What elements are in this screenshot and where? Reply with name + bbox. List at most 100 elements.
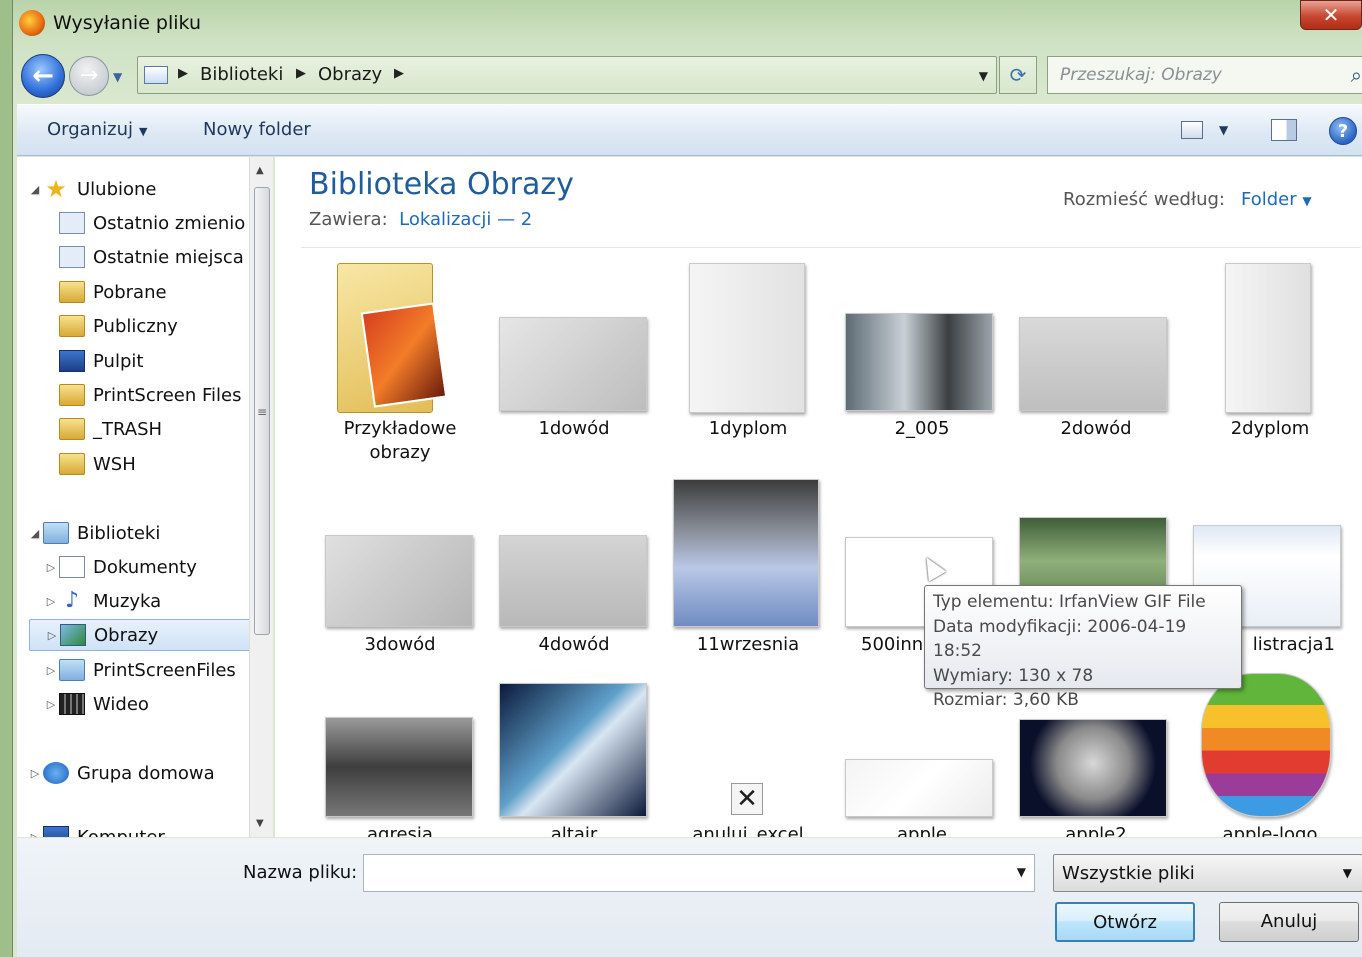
file-caption: apple2 <box>1065 824 1127 837</box>
file-caption: agresja <box>367 824 433 837</box>
search-input[interactable]: Przeszukaj: Obrazy ⌕ <box>1047 56 1362 94</box>
tree-label: Obrazy <box>94 624 159 646</box>
tree-computer[interactable]: ▷ Komputer <box>27 821 165 837</box>
refresh-button[interactable]: ⟳ <box>999 56 1037 94</box>
chevron-down-icon: ▼ <box>1342 866 1352 880</box>
breadcrumb-obrazy[interactable]: Obrazy <box>318 64 382 85</box>
locations-link[interactable]: Lokalizacji — 2 <box>399 209 532 230</box>
file-item[interactable]: 2dyplom <box>1185 257 1355 467</box>
photo-thumbnail <box>673 479 819 627</box>
expand-icon[interactable]: ▷ <box>43 561 59 574</box>
tree-item-printscreenfiles[interactable]: ▷ PrintScreenFiles <box>43 654 236 686</box>
filename-dropdown-icon[interactable]: ▼ <box>1017 865 1026 879</box>
broken-image-icon: ✕ <box>731 783 763 815</box>
file-caption: apple <box>897 824 947 837</box>
tree-favorites[interactable]: ◢ ★ Ulubione <box>27 173 157 205</box>
address-bar[interactable]: ▶ Biblioteki ▶ Obrazy ▶ ▼ <box>137 56 997 94</box>
chevron-right-icon[interactable]: ▶ <box>394 66 404 81</box>
help-icon[interactable]: ? <box>1329 117 1357 145</box>
file-item[interactable]: 2_005 <box>837 257 1007 467</box>
photo-thumbnail <box>325 717 473 817</box>
cancel-button[interactable]: Anuluj <box>1219 902 1359 942</box>
scroll-down-icon[interactable]: ▼ <box>256 818 264 829</box>
scroll-up-icon[interactable]: ▲ <box>256 165 264 176</box>
file-item[interactable]: 4dowód <box>489 477 659 677</box>
preview-pane-icon[interactable] <box>1271 119 1297 141</box>
file-item[interactable]: agresja <box>315 687 485 837</box>
expand-icon[interactable]: ▷ <box>27 831 43 838</box>
tooltip-dimensions: Wymiary: 130 x 78 <box>933 665 1094 686</box>
expand-icon[interactable]: ▷ <box>43 698 59 711</box>
tree-item-video[interactable]: ▷ Wideo <box>43 688 149 720</box>
file-list: Biblioteka Obrazy Zawiera: Lokalizacji —… <box>275 157 1362 837</box>
tree-item-desktop[interactable]: Pulpit <box>59 345 143 377</box>
tree-item-wsh[interactable]: WSH <box>59 448 136 480</box>
file-caption: anului_excel <box>692 824 804 837</box>
file-item[interactable]: 1dyplom <box>663 257 833 467</box>
recent-icon <box>59 212 85 234</box>
file-type-value: Wszystkie pliki <box>1062 863 1195 884</box>
tree-item-music[interactable]: ▷ ♪ Muzyka <box>43 585 161 617</box>
search-icon[interactable]: ⌕ <box>1351 63 1362 87</box>
video-icon <box>59 693 85 715</box>
screenshot-thumbnail <box>845 759 993 817</box>
file-item[interactable]: 3dowód <box>315 477 485 677</box>
tree-item-printscreen-files[interactable]: PrintScreen Files <box>59 379 242 411</box>
photo-thumbnail <box>1019 719 1167 817</box>
expand-icon[interactable]: ▷ <box>43 595 59 608</box>
music-icon: ♪ <box>64 588 80 613</box>
chevron-right-icon[interactable]: ▶ <box>296 66 306 81</box>
file-item[interactable]: 2dowód <box>1011 257 1181 467</box>
file-item[interactable]: altair <box>489 683 659 837</box>
view-dropdown-icon[interactable]: ▼ <box>1219 123 1228 137</box>
tree-item-downloads[interactable]: Pobrane <box>59 276 167 308</box>
file-caption: 4dowód <box>538 634 610 655</box>
tree-item-recent-places[interactable]: Ostatnie miejsca <box>59 241 244 273</box>
collapse-icon[interactable]: ◢ <box>27 183 43 196</box>
expand-icon[interactable]: ▷ <box>27 767 43 780</box>
expand-icon[interactable]: ▷ <box>44 629 60 642</box>
photo-thumbnail <box>499 683 647 817</box>
address-dropdown-icon[interactable]: ▼ <box>979 69 988 83</box>
file-item[interactable]: 1dowód <box>489 257 659 467</box>
filename-label: Nazwa pliku: <box>243 862 358 883</box>
tooltip-type: Typ elementu: IrfanView GIF File <box>933 592 1206 612</box>
tree-label: Ulubione <box>77 178 157 200</box>
file-item[interactable]: 11wrzesnia <box>663 477 833 677</box>
new-folder-button[interactable]: Nowy folder <box>203 119 311 140</box>
tree-item-documents[interactable]: ▷ Dokumenty <box>43 551 197 583</box>
expand-icon[interactable]: ▷ <box>43 664 59 677</box>
open-button[interactable]: Otwórz <box>1055 902 1195 942</box>
file-upload-dialog: Wysyłanie pliku ✕ ← → ▼ ▶ Biblioteki ▶ O… <box>12 0 1362 957</box>
library-title: Biblioteka Obrazy <box>309 167 574 202</box>
tree-label: Pobrane <box>93 281 167 303</box>
file-type-select[interactable]: Wszystkie pliki ▼ <box>1053 854 1362 892</box>
chevron-right-icon[interactable]: ▶ <box>178 66 188 81</box>
recent-pages-dropdown-icon[interactable]: ▼ <box>113 70 122 84</box>
change-view-icon[interactable] <box>1181 121 1203 139</box>
tree-label: Komputer <box>77 826 165 838</box>
search-placeholder: Przeszukaj: Obrazy <box>1060 65 1222 85</box>
tree-item-public[interactable]: Publiczny <box>59 310 178 342</box>
back-button[interactable]: ← <box>21 54 65 98</box>
file-item[interactable]: Przykładowe obrazy <box>315 257 485 467</box>
close-button[interactable]: ✕ <box>1300 0 1362 30</box>
tree-libraries[interactable]: ◢ Biblioteki <box>27 517 160 549</box>
file-item[interactable]: ✕ anului_excel <box>663 687 833 837</box>
library-contains: Zawiera: Lokalizacji — 2 <box>309 209 532 230</box>
sidebar-scrollbar[interactable]: ▲ ≡ ▼ <box>249 157 273 837</box>
filename-field[interactable]: ▼ <box>363 854 1035 892</box>
tree-item-recent-changed[interactable]: Ostatnio zmienio <box>59 207 245 239</box>
forward-button[interactable]: → <box>69 56 109 96</box>
library-icon <box>144 66 168 84</box>
recent-places-icon <box>59 246 85 268</box>
tree-homegroup[interactable]: ▷ Grupa domowa <box>27 757 215 789</box>
collapse-icon[interactable]: ◢ <box>27 527 43 540</box>
tree-item-trash[interactable]: _TRASH <box>59 413 162 445</box>
tree-item-pictures[interactable]: ▷ Obrazy <box>29 619 249 651</box>
tree-label: Publiczny <box>93 315 178 337</box>
organize-button[interactable]: Organizuj ▼ <box>47 119 147 140</box>
arrange-by-dropdown[interactable]: Folder ▼ <box>1241 189 1312 210</box>
file-caption: altair <box>550 824 598 837</box>
breadcrumb-biblioteki[interactable]: Biblioteki <box>200 64 283 85</box>
